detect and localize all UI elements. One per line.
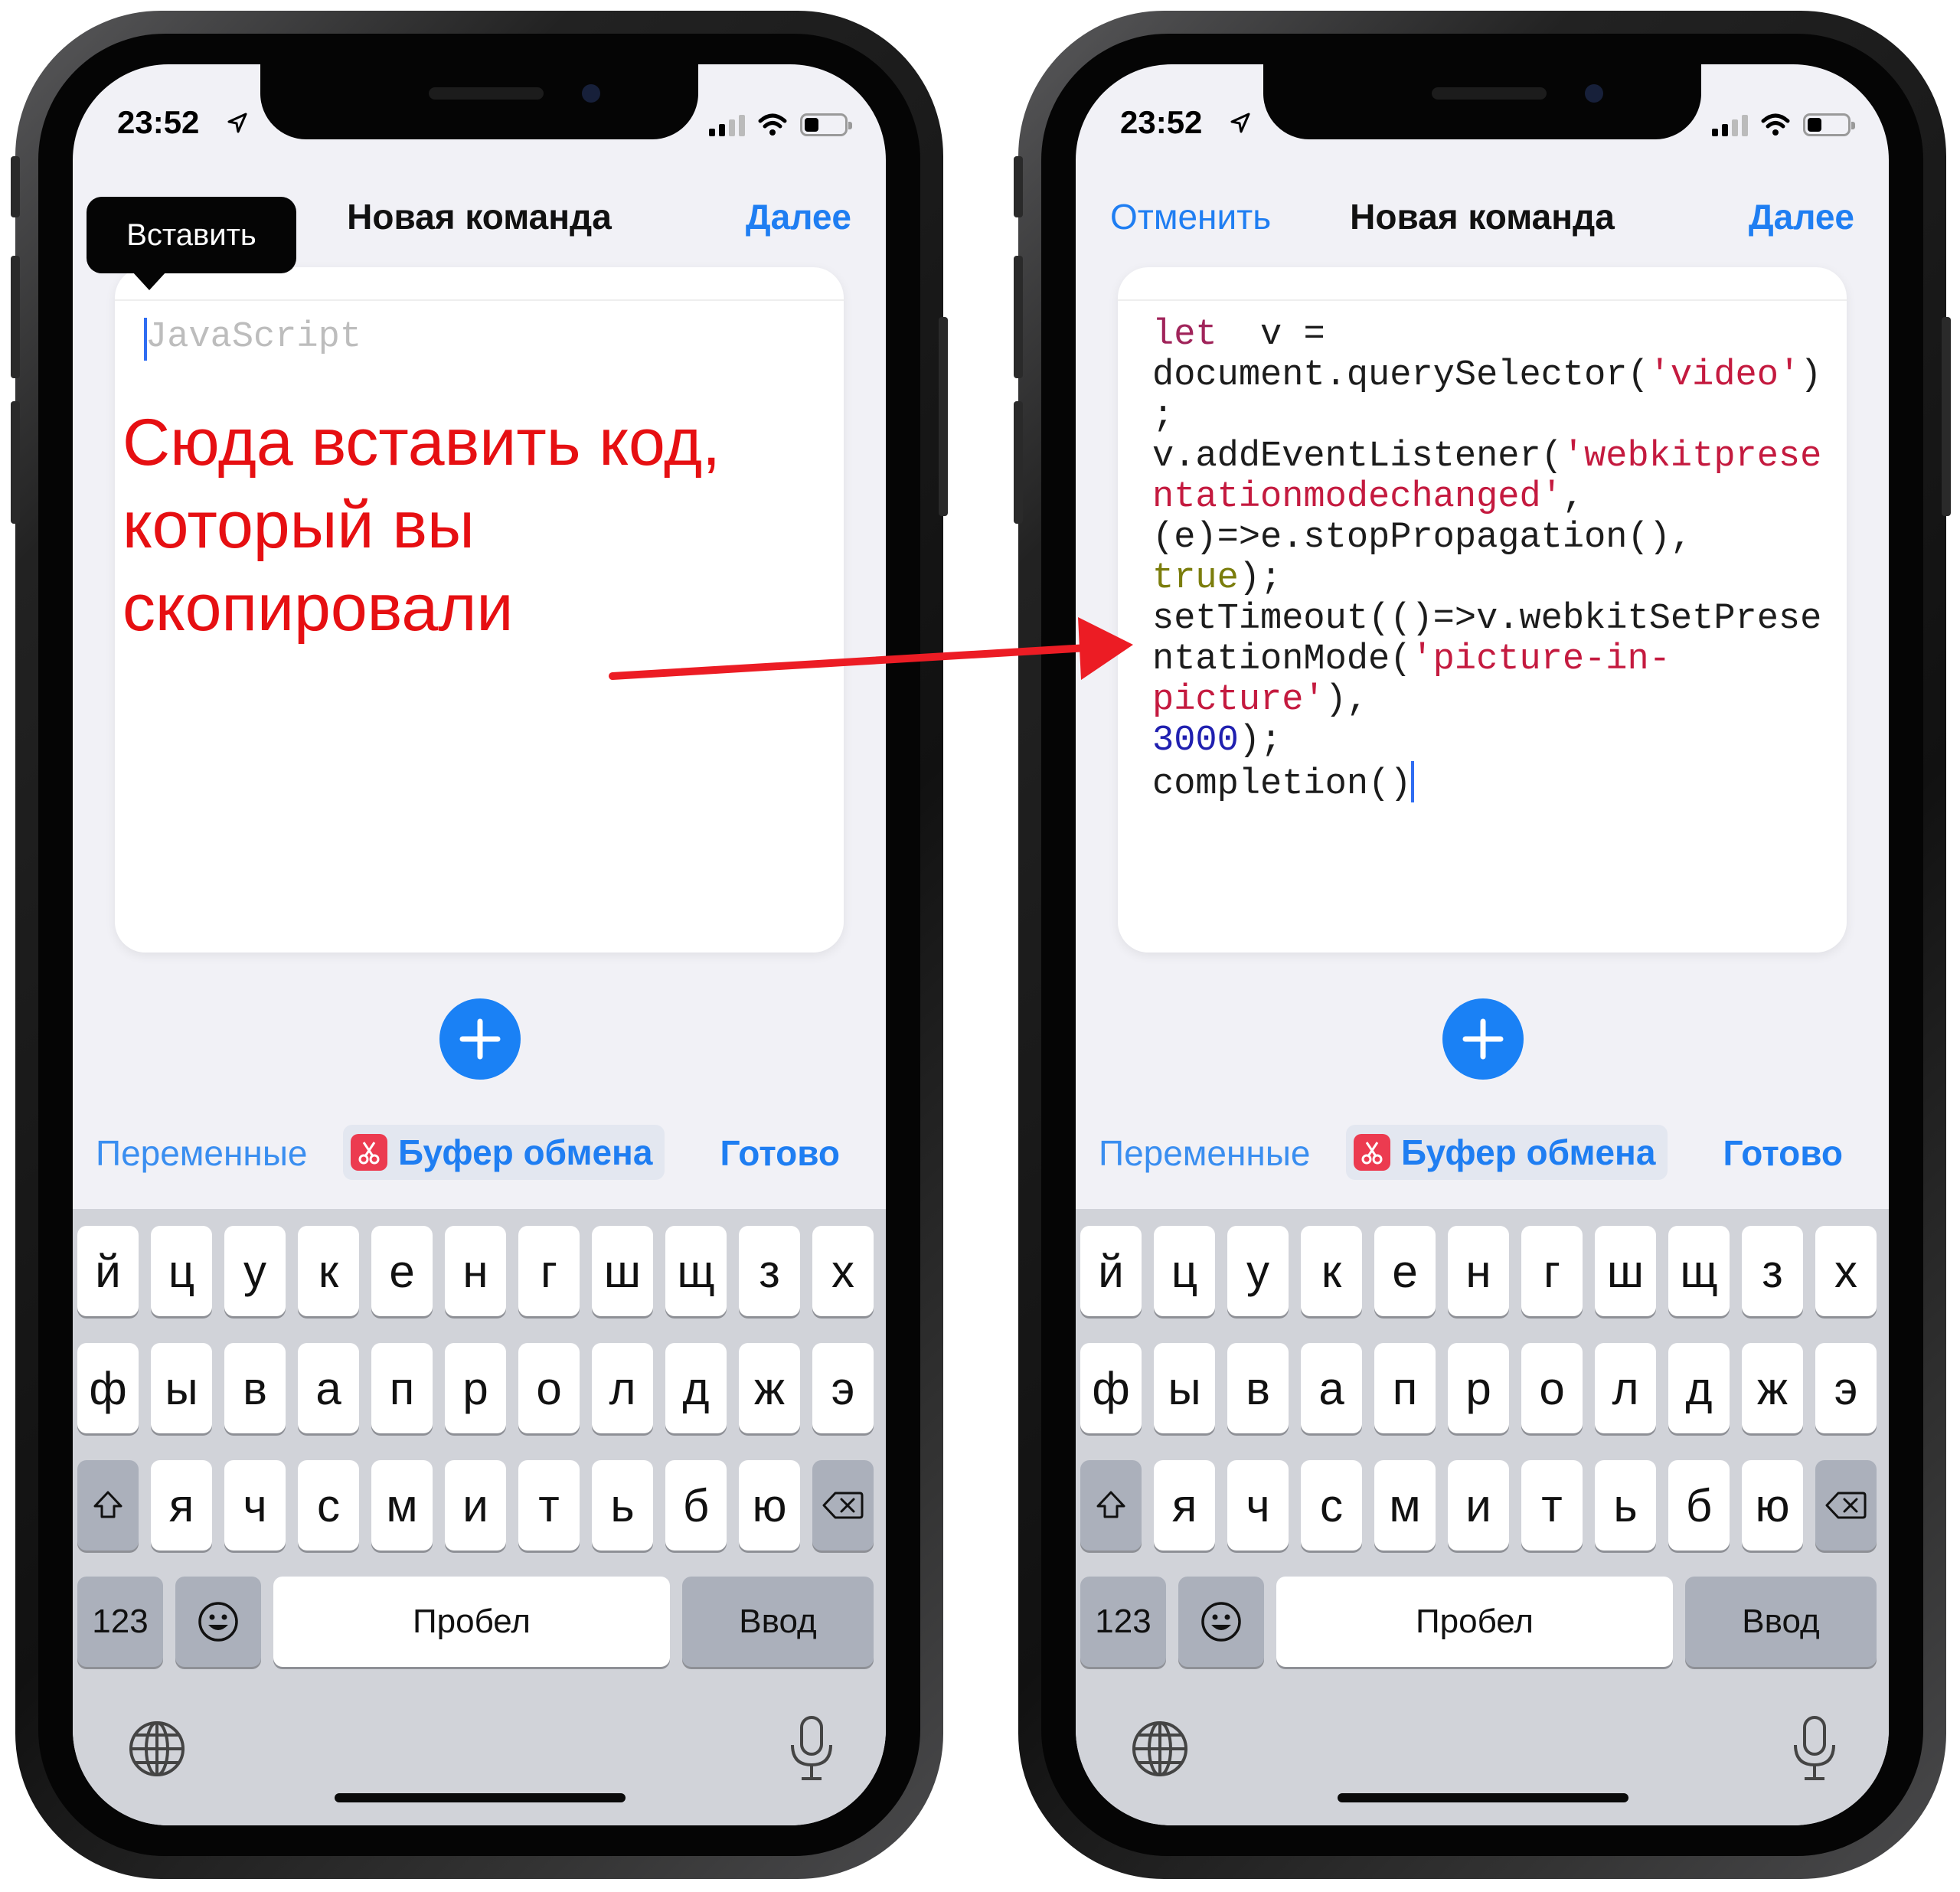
annotation-arrow [609,617,1133,680]
